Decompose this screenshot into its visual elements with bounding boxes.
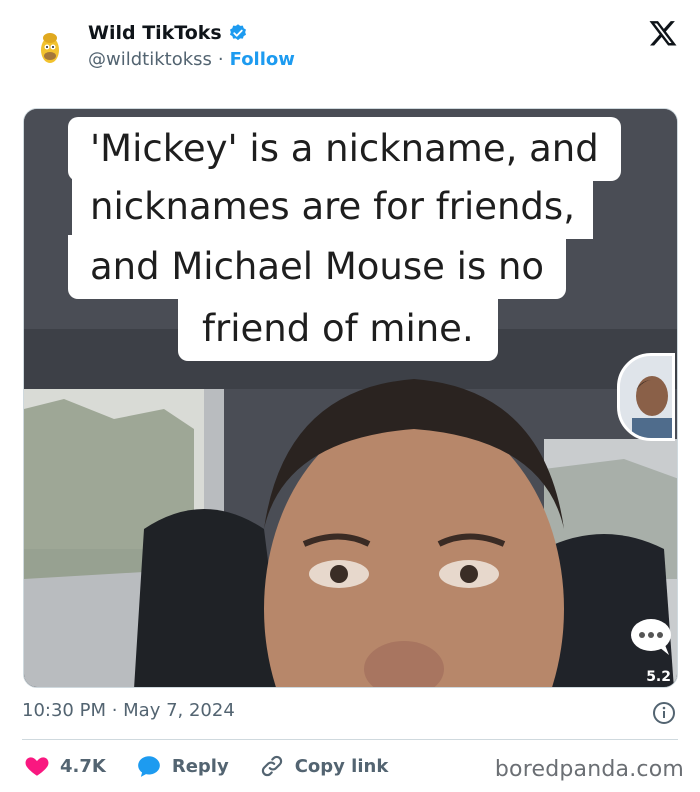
- reply-label: Reply: [171, 755, 229, 777]
- tweet-header: Wild TikToks @wildtiktokss · Follow: [0, 0, 700, 100]
- author-name[interactable]: Wild TikToks: [88, 22, 222, 44]
- reply-bubble-icon: [138, 756, 160, 777]
- author-handle[interactable]: @wildtiktokss: [88, 49, 212, 70]
- copy-link-label: Copy link: [294, 755, 389, 777]
- info-icon[interactable]: [652, 701, 676, 725]
- heart-icon: [25, 757, 49, 776]
- watermark: boredpanda.com: [494, 757, 684, 782]
- copy-link-button[interactable]: Copy link: [259, 753, 389, 779]
- verified-badge-icon: [228, 23, 248, 43]
- video-thumbnail[interactable]: 'Mickey' is a nickname, and nicknames ar…: [23, 108, 678, 688]
- follow-button[interactable]: Follow: [230, 49, 295, 70]
- author-handle-row: @wildtiktokss · Follow: [88, 49, 295, 70]
- comment-count-partial: 5.2: [646, 669, 671, 685]
- x-logo-icon[interactable]: [648, 18, 678, 48]
- reply-button[interactable]: Reply: [136, 753, 229, 779]
- creator-avatar-thumbnail[interactable]: [617, 353, 675, 441]
- caption-line: friend of mine.: [178, 297, 498, 361]
- caption-line: and Michael Mouse is no: [68, 235, 567, 299]
- author-avatar[interactable]: [28, 24, 72, 68]
- author-name-row: Wild TikToks: [88, 22, 248, 44]
- separator-dot: ·: [217, 49, 224, 70]
- link-icon: [261, 755, 282, 777]
- chat-bubble-icon[interactable]: [629, 617, 673, 657]
- divider: [22, 739, 678, 740]
- tweet-actions: 4.7K Reply Copy link: [24, 752, 418, 780]
- caption-line: 'Mickey' is a nickname, and: [68, 117, 621, 181]
- like-button[interactable]: 4.7K: [24, 753, 106, 779]
- like-count: 4.7K: [60, 755, 106, 777]
- caption-line: nicknames are for friends,: [72, 175, 593, 239]
- tweet-timestamp[interactable]: 10:30 PM · May 7, 2024: [22, 700, 235, 721]
